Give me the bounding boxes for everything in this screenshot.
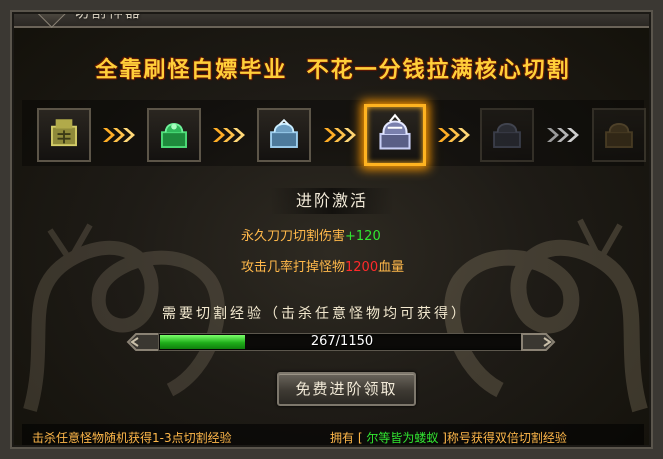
attribute-cut-damage-value: +120 <box>345 229 381 244</box>
footer-title-prefix: 拥有 <box>330 431 355 445</box>
stage-3-blue-seal[interactable] <box>257 108 311 162</box>
stage-4-silver-seal-current[interactable] <box>364 104 426 166</box>
stage-1-jade-seal[interactable] <box>37 108 91 162</box>
stage-2-green-seal[interactable] <box>147 108 201 162</box>
experience-requirement-label: 需要切割经验（击杀任意怪物均可获得） <box>162 306 468 322</box>
chevron-right-icon <box>324 128 356 142</box>
footer-title-link[interactable]: 尔等皆为蝼蚁 <box>366 431 438 445</box>
left-dragon-decoration <box>23 223 225 412</box>
footer-title-suffix: 称号获得双倍切割经验 <box>446 431 567 445</box>
window-titlebar[interactable]: 切割神器 <box>0 0 663 28</box>
stage-6-bronze-seal-locked[interactable] <box>592 108 646 162</box>
banner-text: 全靠刷怪白嫖毕业 不花一分钱拉满核心切割 <box>95 58 571 83</box>
attribute-hit-chance-value: 1200 <box>345 260 379 275</box>
chevron-right-icon <box>438 128 470 142</box>
stage-arrow-4 <box>436 124 472 146</box>
dark-seal-icon <box>493 122 521 148</box>
progress-track: 267/1150 <box>158 333 526 351</box>
window-title: 切割神器 <box>74 3 143 21</box>
silver-seal-icon <box>379 113 411 150</box>
jade-seal-icon <box>51 119 77 147</box>
experience-progress-bar: 267/1150 <box>126 330 556 354</box>
footer-title-bonus: 拥有 [ 尔等皆为蝼蚁 ]称号获得双倍切割经验 <box>330 429 567 446</box>
chevron-right-icon <box>547 128 579 142</box>
chevron-right-icon <box>213 128 245 142</box>
attribute-cut-damage: 永久刀刀切割伤害+120 <box>241 225 381 244</box>
bar-left-cap-icon <box>126 333 161 351</box>
stage-arrow-3 <box>322 124 358 146</box>
bar-right-cap-icon <box>521 333 556 351</box>
stage-arrow-2 <box>211 124 247 146</box>
promo-banner: 全靠刷怪白嫖毕业 不花一分钱拉满核心切割 <box>22 52 644 94</box>
blue-seal-icon <box>270 118 298 148</box>
stage-5-dark-seal-locked[interactable] <box>480 108 534 162</box>
footer-bar: 击杀任意怪物随机获得1-3点切割经验 拥有 [ 尔等皆为蝼蚁 ]称号获得双倍切割… <box>22 424 644 450</box>
stage-arrow-5 <box>545 124 581 146</box>
game-panel: 切割神器 全靠刷怪白嫖毕业 不花一分钱拉满核心切割 进阶激活 永久刀刀切割伤害+… <box>0 0 663 459</box>
attribute-hit-chance: 攻击几率打掉怪物1200血量 <box>241 256 404 275</box>
right-dragon-decoration <box>444 218 648 413</box>
footer-exp-hint: 击杀任意怪物随机获得1-3点切割经验 <box>32 431 232 445</box>
advance-section-title: 进阶激活 <box>270 188 394 214</box>
footer-bracket-open: [ <box>357 431 363 445</box>
bronze-seal-icon <box>605 122 633 148</box>
chevron-right-icon <box>103 128 135 142</box>
stage-arrow-1 <box>101 124 137 146</box>
title-ornament-icon <box>36 0 66 28</box>
free-advance-claim-button[interactable]: 免费进阶领取 <box>277 372 416 406</box>
green-seal-icon <box>161 122 187 148</box>
attribute-hit-chance-label: 攻击几率打掉怪物 <box>241 260 346 275</box>
attribute-cut-damage-label: 永久刀刀切割伤害 <box>241 229 346 244</box>
progress-text: 267/1150 <box>310 334 374 349</box>
attribute-hit-chance-suffix: 血量 <box>378 260 405 275</box>
